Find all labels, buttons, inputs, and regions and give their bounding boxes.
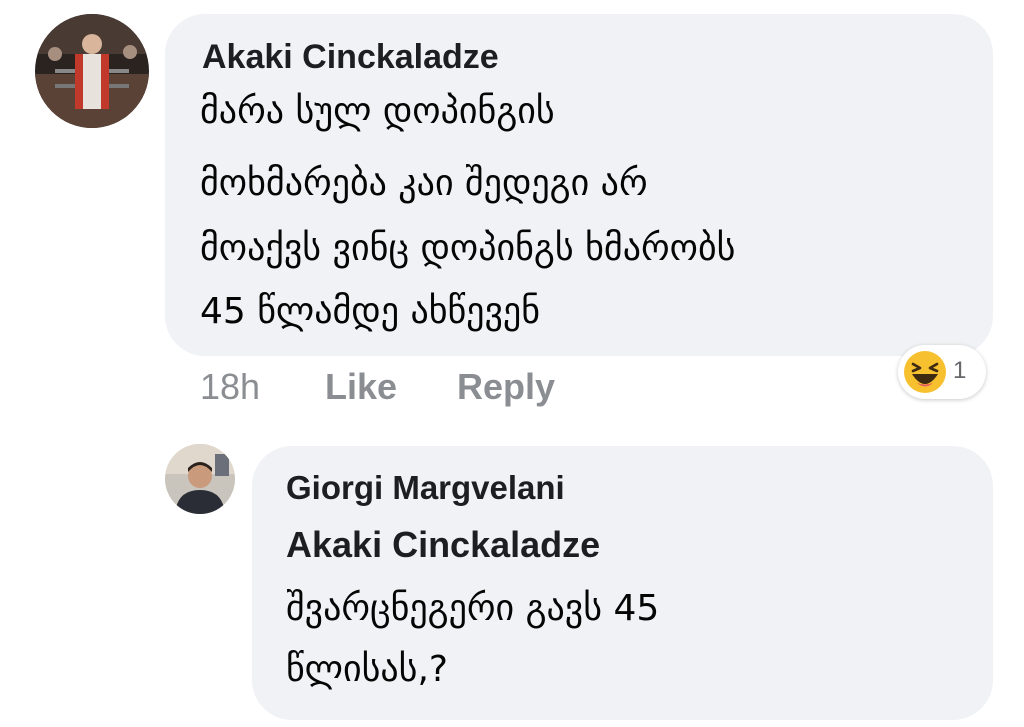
- reply-button[interactable]: Reply: [457, 366, 555, 408]
- reply-text-line-1: შვარცნეგერი გავს 45: [286, 588, 660, 629]
- like-button[interactable]: Like: [325, 366, 397, 408]
- comment-author[interactable]: Akaki Cinckaladze: [202, 38, 499, 77]
- reaction-summary[interactable]: 1: [898, 345, 986, 399]
- laughing-emoji-icon: [903, 350, 947, 394]
- avatar-giorgi[interactable]: [165, 444, 235, 514]
- reply-mention[interactable]: Akaki Cinckaladze: [286, 524, 600, 566]
- comment-text-line-2: მოხმარება კაი შედეგი არ: [200, 163, 648, 204]
- reply-author[interactable]: Giorgi Margvelani: [286, 469, 565, 507]
- comment-text-line-1: მარა სულ დოპინგის: [200, 91, 555, 132]
- comment-text-line-4: 45 წლამდე ახწევენ: [200, 291, 541, 332]
- reply-text-line-2: წლისას,?: [286, 649, 449, 690]
- comment-timestamp[interactable]: 18h: [200, 366, 260, 408]
- avatar-akaki[interactable]: [35, 14, 149, 128]
- reaction-count: 1: [953, 357, 967, 384]
- comment-text-line-3: მოაქვს ვინც დოპინგს ხმარობს: [200, 228, 736, 269]
